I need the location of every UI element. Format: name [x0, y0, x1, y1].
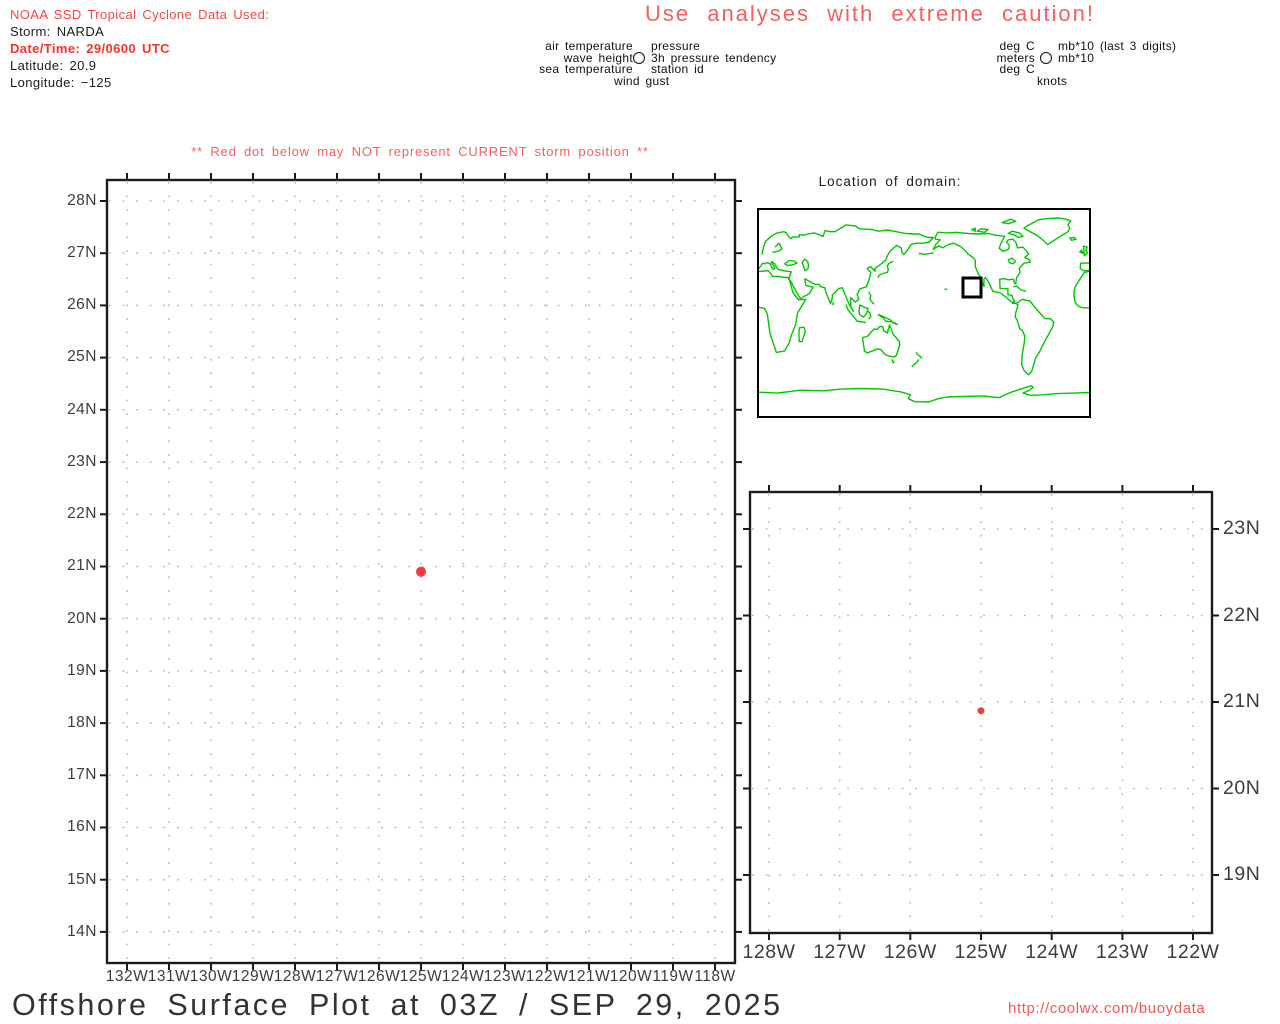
- lat-tick-label: 17N: [67, 766, 97, 784]
- plot-title: Offshore Surface Plot at 03Z / SEP 29, 2…: [12, 988, 783, 1022]
- lon-tick-label: 128W: [273, 968, 317, 985]
- lat-tick-label: 23N: [67, 452, 97, 470]
- longitude-label: Longitude: −125: [10, 75, 112, 90]
- lon-tick-label: 126W: [883, 941, 937, 963]
- station-legend-left-labels: air temperature wave height sea temperat…: [433, 40, 633, 77]
- lon-tick-label: 122W: [1166, 941, 1220, 963]
- lon-tick-label: 125W: [954, 941, 1008, 963]
- lon-tick-label: 124W: [1025, 941, 1079, 963]
- inset-plot: [738, 480, 1224, 950]
- lat-tick-label: 18N: [67, 713, 97, 731]
- domain-map-title: Location of domain:: [818, 174, 962, 189]
- world-coastlines: [758, 217, 1090, 403]
- caution-heading: Use analyses with extreme caution!: [644, 1, 1096, 26]
- lat-tick-label: 22N: [67, 505, 97, 522]
- lon-tick-label: 120W: [609, 968, 653, 985]
- lat-tick-label: 28N: [67, 191, 97, 209]
- lat-tick-label: 14N: [67, 922, 97, 940]
- lon-tick-label: 126W: [357, 968, 401, 985]
- offshore-surface-plot-page: NOAA SSD Tropical Cyclone Data Used: Sto…: [0, 0, 1280, 1024]
- lat-tick-label: 25N: [67, 348, 97, 366]
- station-legend-units-right: mb*10 (last 3 digits) mb*10: [1058, 40, 1176, 65]
- lat-tick-label: 20N: [67, 609, 97, 627]
- station-circle-icon: [1040, 52, 1052, 64]
- storm-position-warning: ** Red dot below may NOT represent CURRE…: [191, 144, 649, 159]
- lon-tick-label: 125W: [399, 968, 443, 985]
- domain-world-map: [757, 208, 1091, 418]
- lon-tick-label: 127W: [813, 941, 867, 963]
- lat-tick-label: 24N: [67, 400, 97, 418]
- legend-wind-gust-label: wind gust: [614, 73, 670, 88]
- legend-unit-label: deg C: [999, 62, 1035, 77]
- lat-tick-label: 15N: [67, 870, 97, 888]
- buoydata-link[interactable]: http://coolwx.com/buoydata: [1008, 1000, 1205, 1017]
- lon-tick-label: 124W: [441, 968, 485, 985]
- legend-unit-label: mb*10: [1058, 50, 1095, 65]
- lon-tick-label: 127W: [315, 968, 359, 985]
- lon-tick-label: 121W: [567, 968, 611, 985]
- lon-tick-label: 119W: [652, 968, 694, 985]
- data-source-label: NOAA SSD Tropical Cyclone Data Used:: [10, 7, 270, 22]
- lon-tick-label: 118W: [694, 968, 736, 985]
- storm-info-block: NOAA SSD Tropical Cyclone Data Used: Sto…: [10, 6, 269, 91]
- domain-extent-marker: [961, 276, 983, 299]
- lat-tick-label: 27N: [67, 244, 97, 261]
- lat-tick-label: 19N: [1223, 863, 1261, 886]
- storm-position-dot: [416, 566, 426, 577]
- lat-tick-label: 21N: [67, 557, 97, 575]
- lon-tick-label: 123W: [1095, 941, 1149, 963]
- station-legend-right-labels: pressure 3h pressure tendency station id: [651, 40, 776, 77]
- lon-tick-label: 123W: [483, 968, 527, 985]
- lat-tick-label: 20N: [1223, 776, 1261, 799]
- lon-tick-label: 122W: [525, 968, 569, 985]
- datetime-label: Date/Time: 29/0600 UTC: [10, 41, 170, 56]
- lon-tick-label: 130W: [189, 968, 233, 985]
- station-legend-units-left: deg C meters deg C: [935, 40, 1035, 77]
- lon-tick-label: 131W: [147, 968, 191, 985]
- lat-tick-label: 19N: [67, 661, 97, 679]
- lat-tick-label: 21N: [1223, 690, 1261, 713]
- main-plot: [95, 168, 747, 980]
- lon-tick-label: 129W: [231, 968, 275, 985]
- coastline-path: [758, 217, 1090, 403]
- storm-position-dot: [977, 707, 985, 715]
- latitude-label: Latitude: 20.9: [10, 58, 97, 73]
- legend-knots-label: knots: [1037, 73, 1068, 88]
- lat-tick-label: 22N: [1223, 603, 1261, 626]
- station-circle-icon: [633, 52, 645, 64]
- legend-label: sea temperature: [539, 62, 633, 77]
- storm-name-label: Storm: NARDA: [10, 24, 105, 39]
- lon-tick-label: 132W: [105, 968, 149, 985]
- lat-tick-label: 26N: [67, 296, 97, 314]
- lat-tick-label: 23N: [1223, 517, 1261, 540]
- lon-tick-label: 128W: [742, 941, 796, 963]
- legend-label: station id: [651, 62, 705, 77]
- lat-tick-label: 16N: [67, 818, 97, 836]
